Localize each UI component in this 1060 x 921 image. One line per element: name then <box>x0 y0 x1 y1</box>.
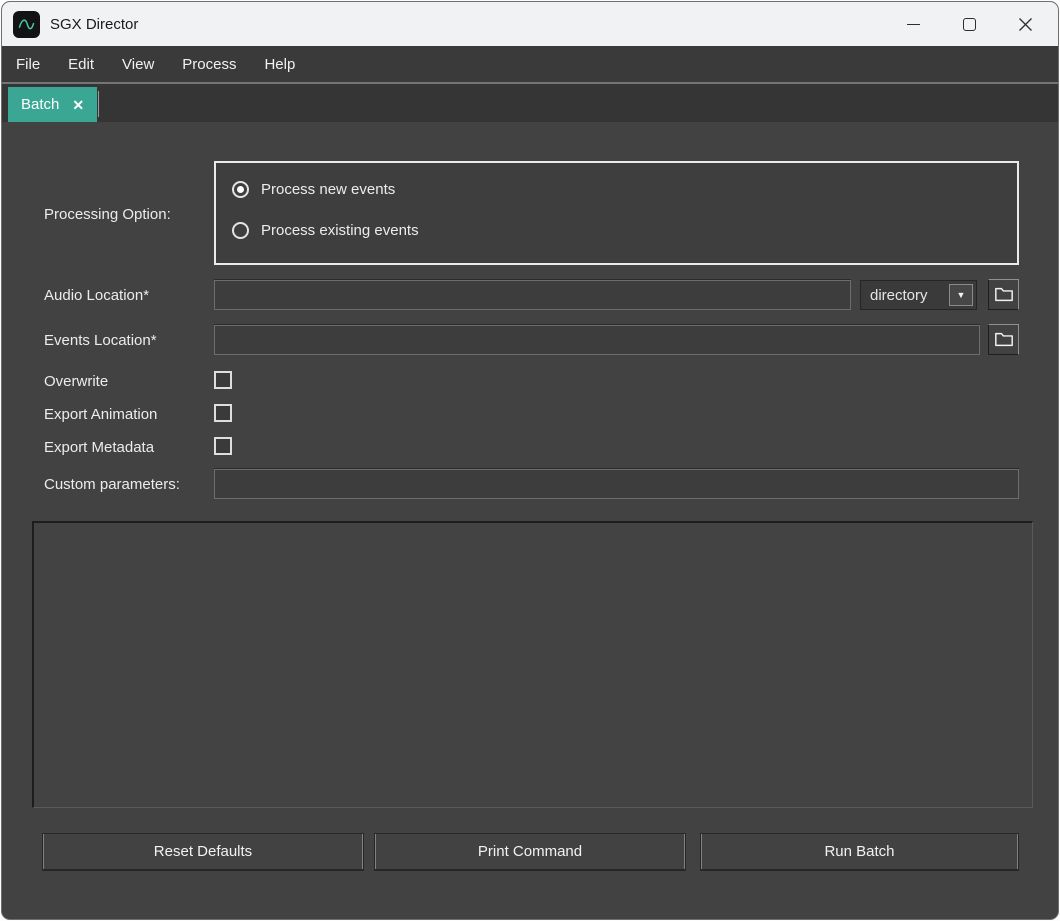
reset-defaults-button[interactable]: Reset Defaults <box>42 833 364 871</box>
folder-icon <box>994 331 1014 348</box>
audio-location-type-dropdown[interactable]: directory ▼ <box>860 280 977 310</box>
sine-wave-icon <box>16 14 37 35</box>
export-metadata-checkbox[interactable] <box>214 437 232 455</box>
events-location-input[interactable] <box>214 325 980 355</box>
batch-panel: Processing Option: Process new events Pr… <box>2 122 1058 919</box>
print-command-button[interactable]: Print Command <box>374 833 686 871</box>
export-animation-label: Export Animation <box>44 406 157 423</box>
menu-process[interactable]: Process <box>168 56 250 73</box>
radio-process-existing-events[interactable]: Process existing events <box>232 222 419 239</box>
output-log-area[interactable] <box>32 521 1033 808</box>
events-location-browse-button[interactable] <box>988 324 1019 355</box>
maximize-icon <box>963 18 976 31</box>
minimize-icon <box>907 24 920 25</box>
overwrite-label: Overwrite <box>44 373 108 390</box>
chevron-down-icon[interactable]: ▼ <box>949 284 973 306</box>
audio-location-label: Audio Location* <box>44 287 149 304</box>
run-batch-button[interactable]: Run Batch <box>700 833 1019 871</box>
export-animation-checkbox[interactable] <box>214 404 232 422</box>
close-icon <box>1018 17 1033 32</box>
processing-option-group: Process new events Process existing even… <box>214 161 1019 265</box>
menu-file[interactable]: File <box>2 56 54 73</box>
tab-close-icon[interactable]: ✕ <box>72 98 84 112</box>
custom-parameters-input[interactable] <box>214 469 1019 499</box>
folder-icon <box>994 286 1014 303</box>
menu-bar: File Edit View Process Help <box>2 46 1058 84</box>
audio-location-input[interactable] <box>214 280 851 310</box>
close-button[interactable] <box>1002 2 1048 46</box>
processing-option-label: Processing Option: <box>44 206 171 223</box>
tab-separator <box>98 91 99 117</box>
menu-view[interactable]: View <box>108 56 168 73</box>
export-metadata-label: Export Metadata <box>44 439 154 456</box>
radio-selected-icon[interactable] <box>232 181 249 198</box>
radio-unselected-icon[interactable] <box>232 222 249 239</box>
radio-label: Process new events <box>261 181 395 198</box>
menu-edit[interactable]: Edit <box>54 56 108 73</box>
app-window: SGX Director File Edit View Process Help… <box>1 1 1059 920</box>
events-location-label: Events Location* <box>44 332 157 349</box>
dropdown-value: directory <box>870 287 928 304</box>
tab-bar: Batch ✕ <box>2 84 1058 122</box>
radio-label: Process existing events <box>261 222 419 239</box>
radio-process-new-events[interactable]: Process new events <box>232 181 395 198</box>
window-controls <box>890 2 1058 46</box>
tab-batch[interactable]: Batch ✕ <box>8 87 97 122</box>
menu-help[interactable]: Help <box>250 56 309 73</box>
app-logo-icon <box>13 11 40 38</box>
audio-location-browse-button[interactable] <box>988 279 1019 310</box>
tab-label: Batch <box>21 96 59 113</box>
title-bar: SGX Director <box>2 2 1058 46</box>
overwrite-checkbox[interactable] <box>214 371 232 389</box>
minimize-button[interactable] <box>890 2 936 46</box>
window-title: SGX Director <box>50 16 138 33</box>
custom-parameters-label: Custom parameters: <box>44 476 180 493</box>
maximize-button[interactable] <box>946 2 992 46</box>
